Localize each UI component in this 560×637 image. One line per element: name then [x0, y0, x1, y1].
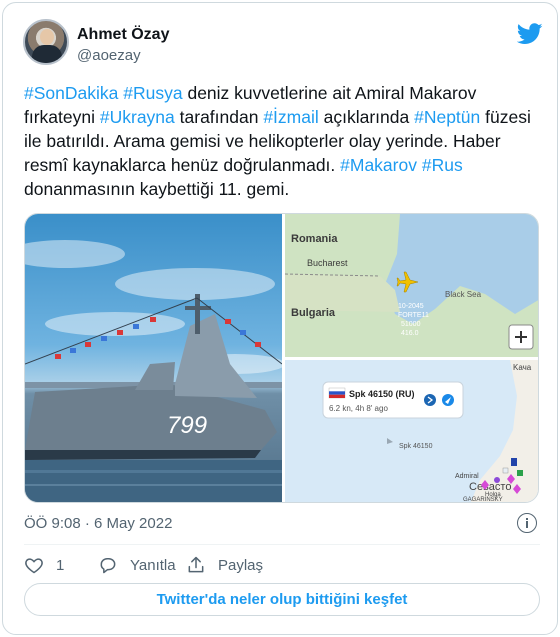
vessel-info: 6.2 kn, 4h 8' ago	[329, 404, 388, 413]
map-label-romania: Romania	[291, 233, 338, 245]
flight-code: 10-2045	[398, 303, 424, 310]
tweet-text-segment: donanmasının kaybettiği 11. gemi.	[24, 179, 290, 199]
arrow-right-icon[interactable]	[424, 394, 436, 406]
zoom-in-button[interactable]	[508, 324, 534, 350]
explore-button[interactable]: Twitter'da neler olup bittiğini keşfet	[24, 583, 540, 616]
reply-icon	[100, 558, 116, 574]
hashtag-link[interactable]: #Ukrayna	[100, 107, 175, 127]
like-button[interactable]: 1	[24, 553, 64, 577]
map-label-holga: Holga	[485, 492, 501, 498]
tweet-text-segment: açıklarında	[318, 107, 415, 127]
tweet-card: Ahmet Özay @aoezay #SonDakika #Rusya den…	[2, 2, 558, 635]
vessel-map-label: Spk 46150	[399, 443, 433, 450]
map-label-admiral: Admiral	[455, 473, 479, 480]
avatar-face	[40, 29, 54, 45]
avatar[interactable]	[23, 19, 69, 65]
hashtag-link[interactable]: #Rusya	[123, 83, 182, 103]
tweet-text-segment: tarafından	[174, 107, 264, 127]
hashtag-link[interactable]: #SonDakika	[24, 83, 118, 103]
divider	[24, 544, 540, 545]
tweet-timestamp[interactable]: ÖÖ 9:08 · 6 May 2022	[24, 515, 172, 532]
hashtag-link[interactable]: #Makarov	[340, 155, 417, 175]
share-icon	[188, 556, 204, 573]
frigate-illustration: 799	[25, 240, 285, 502]
author-handle[interactable]: @aoezay	[77, 47, 141, 64]
flight-altitude: 51000	[401, 321, 421, 328]
hull-number: 799	[167, 412, 207, 439]
map-label-black-sea: Black Sea	[445, 290, 482, 299]
flight-callsign: FORTE11	[398, 312, 429, 319]
tweet-text: #SonDakika #Rusya deniz kuvvetlerine ait…	[24, 81, 540, 201]
map-label-kacha: Kача	[513, 363, 532, 372]
heart-icon	[25, 558, 43, 574]
vessel-popup[interactable]: Spk 46150 (RU) 6.2 kn, 4h 8' ago	[322, 381, 464, 419]
flight-speed: 416.0	[401, 330, 419, 337]
hashtag-link[interactable]: #Rus	[422, 155, 463, 175]
flight-map[interactable]: Romania Bucharest Bulgaria Black Sea 10-…	[284, 214, 538, 357]
map-label-bucharest: Bucharest	[307, 258, 348, 268]
share-button[interactable]: Paylaş	[186, 553, 263, 577]
vessel-name: Spk 46150 (RU)	[349, 389, 415, 399]
ship-photo[interactable]: 799	[25, 214, 285, 502]
tweet-header: Ahmet Özay @aoezay	[23, 19, 543, 69]
author-name[interactable]: Ahmet Özay	[77, 26, 169, 44]
vessel-map[interactable]: Kача Spk 46150 (RU) 6.2 kn, 4h 8' ago Sp…	[285, 360, 538, 502]
hashtag-link[interactable]: #Neptün	[414, 107, 480, 127]
reply-button[interactable]: Yanıtla	[98, 553, 176, 577]
hashtag-link[interactable]: #İzmail	[263, 107, 318, 127]
share-label: Paylaş	[218, 556, 264, 574]
avatar-suit	[32, 45, 62, 63]
info-icon[interactable]	[517, 513, 537, 533]
twitter-bird-icon[interactable]	[517, 23, 543, 45]
reply-label: Yanıtla	[130, 556, 176, 574]
tweet-media[interactable]: 799 Romania Bucharest Bulgaria Black Sea…	[24, 213, 539, 503]
map-label-bulgaria: Bulgaria	[291, 307, 336, 319]
like-count: 1	[56, 556, 65, 574]
